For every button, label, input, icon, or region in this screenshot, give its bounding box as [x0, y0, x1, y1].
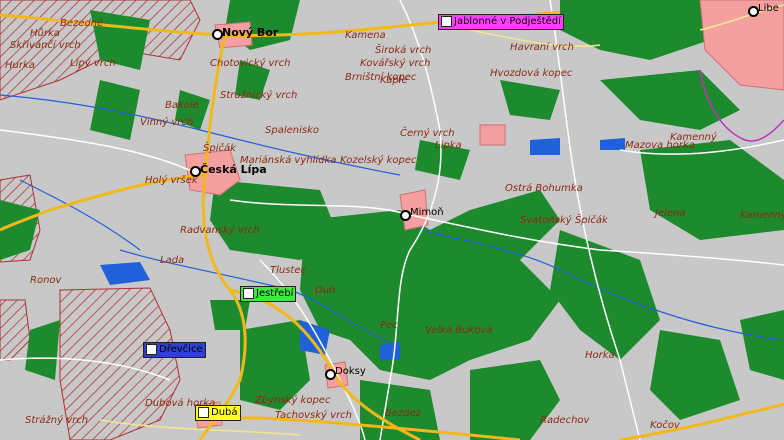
hill-label: Spalenisko [265, 125, 319, 136]
forest-area [600, 70, 740, 130]
town-doksy: Doksy [335, 366, 366, 377]
station-dubá[interactable]: Dubá [195, 405, 241, 421]
town-česká-lípa: Česká Lípa [200, 163, 267, 176]
train-station-icon [198, 406, 209, 418]
hill-label: Bezedné [60, 18, 104, 29]
hill-label: Hurka [5, 60, 35, 71]
hill-label: Černý vrch [400, 128, 455, 139]
forest-area [650, 330, 740, 420]
train-station-icon [146, 343, 157, 355]
secondary-road [0, 129, 201, 176]
town-marker [212, 29, 223, 40]
hill-label: Kozelský kopec [340, 155, 417, 166]
forest-area [740, 310, 784, 380]
town-nový-bor: Nový Bor [222, 26, 279, 39]
station-jablonné-v-podještědí[interactable]: Jablonné v Podještědí [438, 14, 564, 30]
hill-label: Horka [585, 350, 615, 361]
hill-label: Jelena [655, 208, 686, 219]
hill-label: Lipka [435, 140, 462, 151]
forest-area [470, 360, 560, 440]
urban-area [479, 124, 506, 146]
forest-area [550, 230, 660, 360]
hill-label: Strážný vrch [25, 415, 89, 426]
hill-label: Skřivánčí vrch [10, 40, 81, 51]
hill-label: Zbynský kopec [255, 395, 331, 406]
hill-label: Kovářský vrch [360, 58, 431, 69]
station-label: Jestřebí [256, 288, 294, 299]
station-label: Dřevčice [159, 344, 203, 355]
town-libe: Libe [758, 3, 779, 14]
train-station-icon [243, 287, 254, 299]
hill-label: Bezdez [385, 408, 422, 419]
hill-label: Ronov [30, 275, 62, 286]
forest-area [25, 320, 60, 380]
water-body [530, 138, 560, 155]
station-dřevčice[interactable]: Dřevčice [143, 342, 206, 358]
town-marker [190, 166, 201, 177]
hill-label: Lada [160, 255, 185, 266]
hill-label: Kamenný [670, 132, 717, 143]
forest-area [640, 140, 784, 240]
water-body [380, 342, 400, 360]
hill-label: Havraní vrch [510, 42, 574, 53]
town-mimoň: Mimoň [410, 207, 444, 218]
hill-label: Vinný vrch [140, 117, 194, 128]
hill-label: Bakole [165, 100, 199, 111]
hill-label: Kamenný kopec [740, 210, 784, 221]
map-canvas[interactable]: Hůrka Skřivánčí vrch Bezedné Hurka Lipý vrch… [0, 0, 784, 440]
water-body [100, 262, 150, 285]
hill-label: Hvozdová kopec [490, 68, 573, 79]
station-label: Jablonné v Podještědí [454, 16, 561, 27]
forest-area [0, 200, 40, 260]
hill-label: Kamena [345, 30, 386, 41]
restricted-area [0, 299, 31, 361]
hill-label: Stružnický vrch [220, 90, 298, 101]
hill-label: Radvanský vrch [180, 225, 260, 236]
hill-label: Špičák [203, 143, 236, 154]
forest-area [90, 80, 140, 140]
hill-label: Svatoňský Špičák [520, 215, 608, 226]
hill-label: Tlustec [270, 265, 307, 276]
hill-label: Ostrá Bohumka [505, 183, 583, 194]
hill-label: Velká Buková [425, 325, 493, 336]
hill-label: Chotovický vrch [210, 58, 291, 69]
town-marker [325, 369, 336, 380]
hill-label: Široká vrch [375, 45, 432, 56]
station-jestřebí[interactable]: Jestřebí [240, 286, 297, 302]
station-label: Dubá [211, 407, 238, 418]
hill-label: Pec [380, 320, 398, 331]
train-station-icon [441, 15, 452, 27]
hill-label: Lipý vrch [70, 58, 116, 69]
hill-label: Dub [315, 285, 336, 296]
forest-area [500, 80, 560, 120]
hill-label: Radechov [540, 415, 590, 426]
hill-label: Tachovský vrch [275, 410, 353, 421]
town-marker [748, 6, 759, 17]
forest-area [560, 0, 710, 60]
water-body [600, 138, 625, 150]
hill-label: Kaple [380, 75, 408, 86]
hill-label: Hůrka [30, 28, 60, 39]
town-marker [400, 210, 411, 221]
hill-label: Holý vršek [145, 175, 198, 186]
hill-label: Kočov [650, 420, 680, 431]
